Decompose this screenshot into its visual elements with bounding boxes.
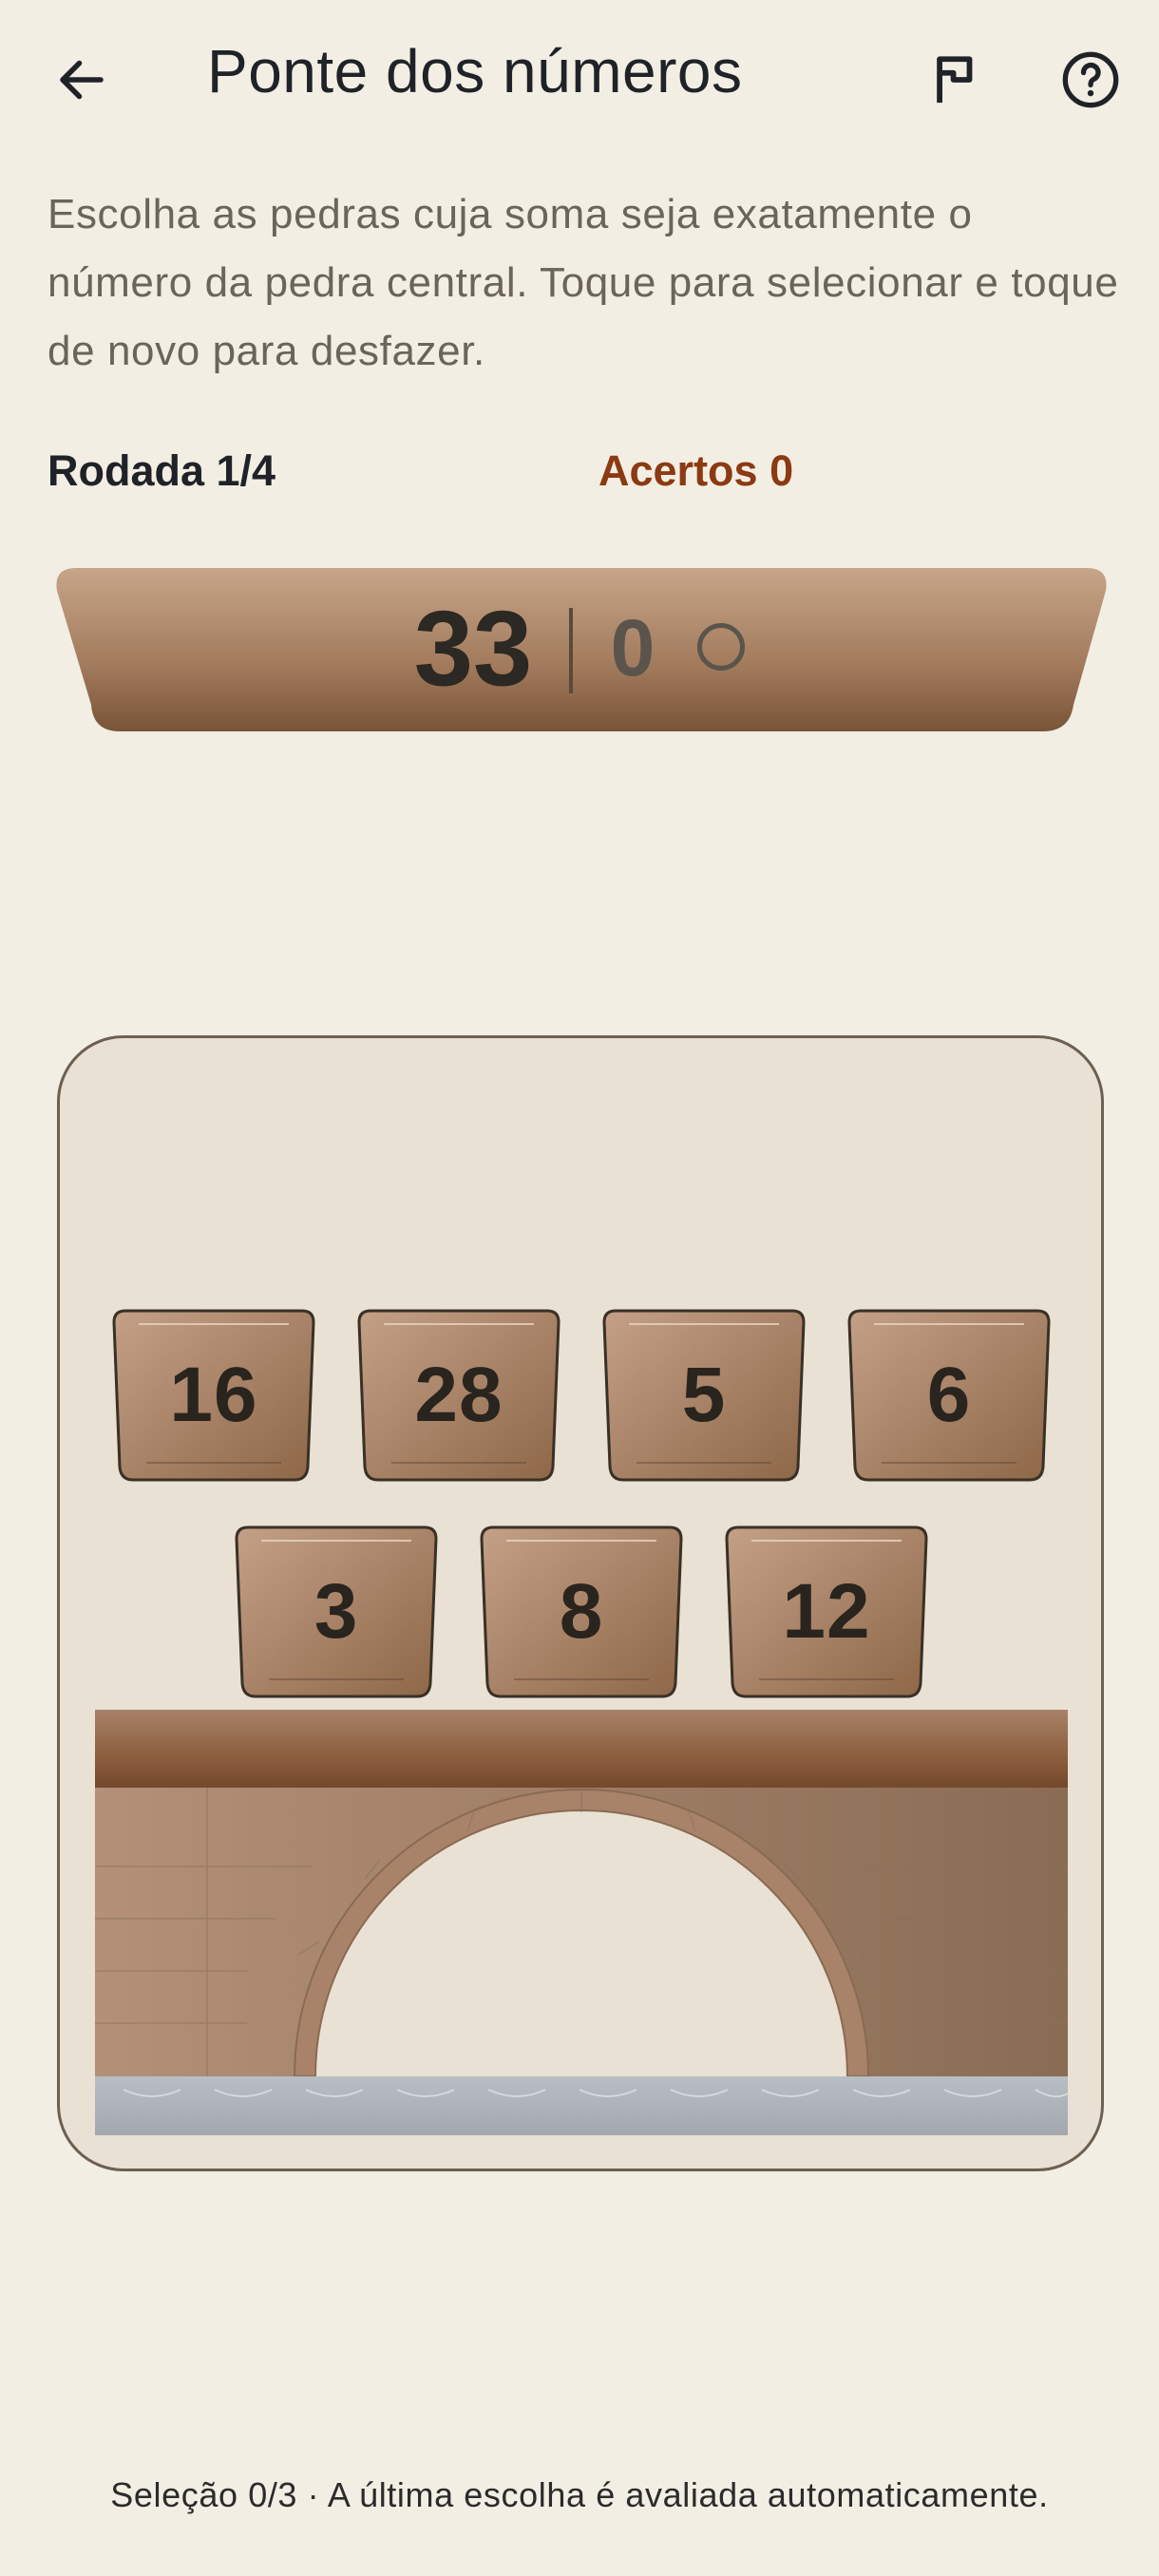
stone-12[interactable]: 12 — [725, 1525, 928, 1698]
page-title: Ponte dos números — [207, 37, 743, 105]
stone-28[interactable]: 28 — [357, 1309, 560, 1482]
help-button[interactable] — [1045, 34, 1136, 125]
stone-value: 8 — [559, 1568, 604, 1655]
back-button[interactable] — [36, 34, 127, 125]
stone-16[interactable]: 16 — [112, 1309, 315, 1482]
bridge-illustration — [95, 1710, 1068, 2135]
stone-5[interactable]: 5 — [602, 1309, 806, 1482]
target-number: 33 — [413, 589, 533, 708]
arrow-left-icon — [60, 60, 104, 100]
selection-status: Seleção 0/3 · A última escolha é avaliad… — [110, 2475, 1049, 2514]
score-counter: Acertos 0 — [598, 446, 794, 495]
flag-button[interactable] — [910, 34, 1001, 125]
flag-icon — [937, 56, 973, 104]
stone-value: 5 — [681, 1352, 727, 1438]
help-circle-icon — [1062, 51, 1119, 108]
stone-value: 3 — [314, 1568, 359, 1655]
current-sum: 0 — [610, 603, 656, 692]
round-counter: Rodada 1/4 — [48, 446, 276, 495]
stone-6[interactable]: 6 — [847, 1309, 1051, 1482]
instructions-text: Escolha as pedras cuja soma seja exatame… — [48, 191, 1119, 374]
stone-8[interactable]: 8 — [480, 1525, 683, 1698]
stone-value: 16 — [169, 1352, 258, 1438]
result-indicator-icon — [697, 623, 745, 671]
stone-value: 28 — [414, 1352, 504, 1438]
stone-value: 12 — [782, 1568, 871, 1655]
target-divider — [569, 608, 573, 693]
stone-3[interactable]: 3 — [235, 1525, 438, 1698]
stone-value: 6 — [926, 1352, 972, 1438]
target-stone — [56, 568, 1107, 731]
